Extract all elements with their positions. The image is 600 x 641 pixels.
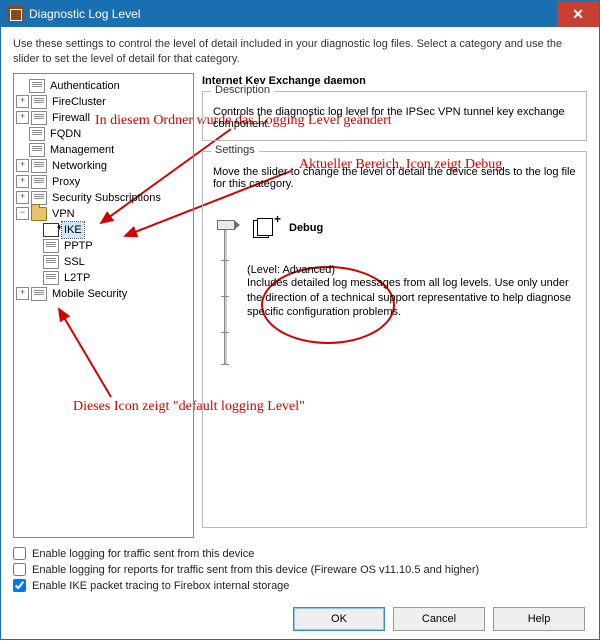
tree-item-label: Authentication <box>48 78 122 94</box>
app-icon <box>7 6 23 22</box>
level-indicator: + Debug <box>253 218 576 238</box>
check-traffic-logging-box[interactable] <box>13 547 26 560</box>
expand-icon[interactable]: + <box>16 159 29 172</box>
dialog-window: In diesem Ordner wurde das Logging Level… <box>0 0 600 640</box>
tree-spacer <box>30 224 41 235</box>
check-traffic-logging[interactable]: Enable logging for traffic sent from thi… <box>13 547 587 560</box>
tree-item-label: Networking <box>50 158 109 174</box>
tree-spacer <box>16 144 27 155</box>
tree-item[interactable]: IKE <box>30 222 191 238</box>
check-reports-logging-box[interactable] <box>13 563 26 576</box>
page-icon <box>43 255 59 269</box>
tree-item[interactable]: PPTP <box>30 238 191 254</box>
expand-icon[interactable]: + <box>16 95 29 108</box>
tree-item-label: IKE <box>62 222 84 238</box>
tree-item-label: VPN <box>50 206 77 222</box>
settings-group: Settings Move the slider to change the l… <box>202 151 587 528</box>
tree-spacer <box>16 128 27 139</box>
tree-item[interactable]: Management <box>16 142 191 158</box>
page-icon <box>43 271 59 285</box>
tree-item-label: Security Subscriptions <box>50 190 163 206</box>
debug-icon: + <box>253 218 275 238</box>
settings-legend: Settings <box>211 144 259 156</box>
tree-item-label: Management <box>48 142 116 158</box>
tree-item[interactable]: + Proxy <box>16 174 191 190</box>
tree-item[interactable]: + Mobile Security <box>16 286 191 302</box>
tree-item[interactable]: − VPN <box>16 206 191 222</box>
tree-item-label: PPTP <box>62 238 95 254</box>
description-group: Description Controls the diagnostic log … <box>202 91 587 141</box>
button-bar: OK Cancel Help <box>13 601 587 633</box>
tree-spacer <box>30 240 41 251</box>
tree-item-label: FireCluster <box>50 94 108 110</box>
checkbox-group: Enable logging for traffic sent from thi… <box>13 544 587 595</box>
tree-spacer <box>16 80 27 91</box>
tree-item-label: Proxy <box>50 174 82 190</box>
page-icon <box>31 111 47 125</box>
main-area: Authentication+FireCluster+FirewallFQDNM… <box>13 73 587 538</box>
check-ike-tracing-box[interactable] <box>13 579 26 592</box>
page-icon <box>29 127 45 141</box>
tree-item-label: SSL <box>62 254 87 270</box>
debug-level-icon <box>43 223 59 237</box>
level-description: Includes detailed log messages from all … <box>247 276 576 321</box>
page-icon <box>31 287 47 301</box>
page-icon <box>31 175 47 189</box>
dialog-content: Use these settings to control the level … <box>1 27 599 639</box>
expand-icon[interactable]: + <box>16 287 29 300</box>
ok-button[interactable]: OK <box>293 607 385 631</box>
help-button[interactable]: Help <box>493 607 585 631</box>
tree-item-label: Mobile Security <box>50 286 129 302</box>
settings-message: Move the slider to change the level of d… <box>213 166 576 190</box>
tree-item[interactable]: + FireCluster <box>16 94 191 110</box>
category-tree[interactable]: Authentication+FireCluster+FirewallFQDNM… <box>13 73 194 538</box>
tree-item[interactable]: + Firewall <box>16 110 191 126</box>
tree-item[interactable]: Authentication <box>16 78 191 94</box>
page-icon <box>31 159 47 173</box>
close-icon: ✕ <box>572 6 584 23</box>
description-legend: Description <box>211 84 274 96</box>
expand-icon[interactable]: + <box>16 191 29 204</box>
detail-panel: Internet Key Exchange daemon Description… <box>202 73 587 538</box>
level-caption: (Level: Advanced) <box>247 264 576 276</box>
page-icon <box>29 79 45 93</box>
log-level-slider[interactable] <box>217 218 233 368</box>
tree-item[interactable]: + Security Subscriptions <box>16 190 191 206</box>
check-reports-logging[interactable]: Enable logging for reports for traffic s… <box>13 563 587 576</box>
intro-text: Use these settings to control the level … <box>13 37 587 67</box>
title-bar: Diagnostic Log Level ✕ <box>1 1 599 27</box>
page-icon <box>31 95 47 109</box>
tree-item-label: FQDN <box>48 126 83 142</box>
folder-icon <box>31 207 47 221</box>
level-name: Debug <box>289 222 323 234</box>
description-text: Controls the diagnostic log level for th… <box>213 106 576 130</box>
cancel-button[interactable]: Cancel <box>393 607 485 631</box>
tree-item-label: Firewall <box>50 110 92 126</box>
tree-spacer <box>30 256 41 267</box>
tree-spacer <box>30 272 41 283</box>
tree-item-label: L2TP <box>62 270 92 286</box>
check-ike-tracing[interactable]: Enable IKE packet tracing to Firebox int… <box>13 579 587 592</box>
expand-icon[interactable]: + <box>16 175 29 188</box>
collapse-icon[interactable]: − <box>16 207 29 220</box>
tree-item[interactable]: SSL <box>30 254 191 270</box>
page-icon <box>29 143 45 157</box>
tree-item[interactable]: + Networking <box>16 158 191 174</box>
page-icon <box>31 191 47 205</box>
page-icon <box>43 239 59 253</box>
close-button[interactable]: ✕ <box>557 1 599 27</box>
tree-item[interactable]: L2TP <box>30 270 191 286</box>
tree-item[interactable]: FQDN <box>16 126 191 142</box>
expand-icon[interactable]: + <box>16 111 29 124</box>
window-title: Diagnostic Log Level <box>29 7 557 21</box>
